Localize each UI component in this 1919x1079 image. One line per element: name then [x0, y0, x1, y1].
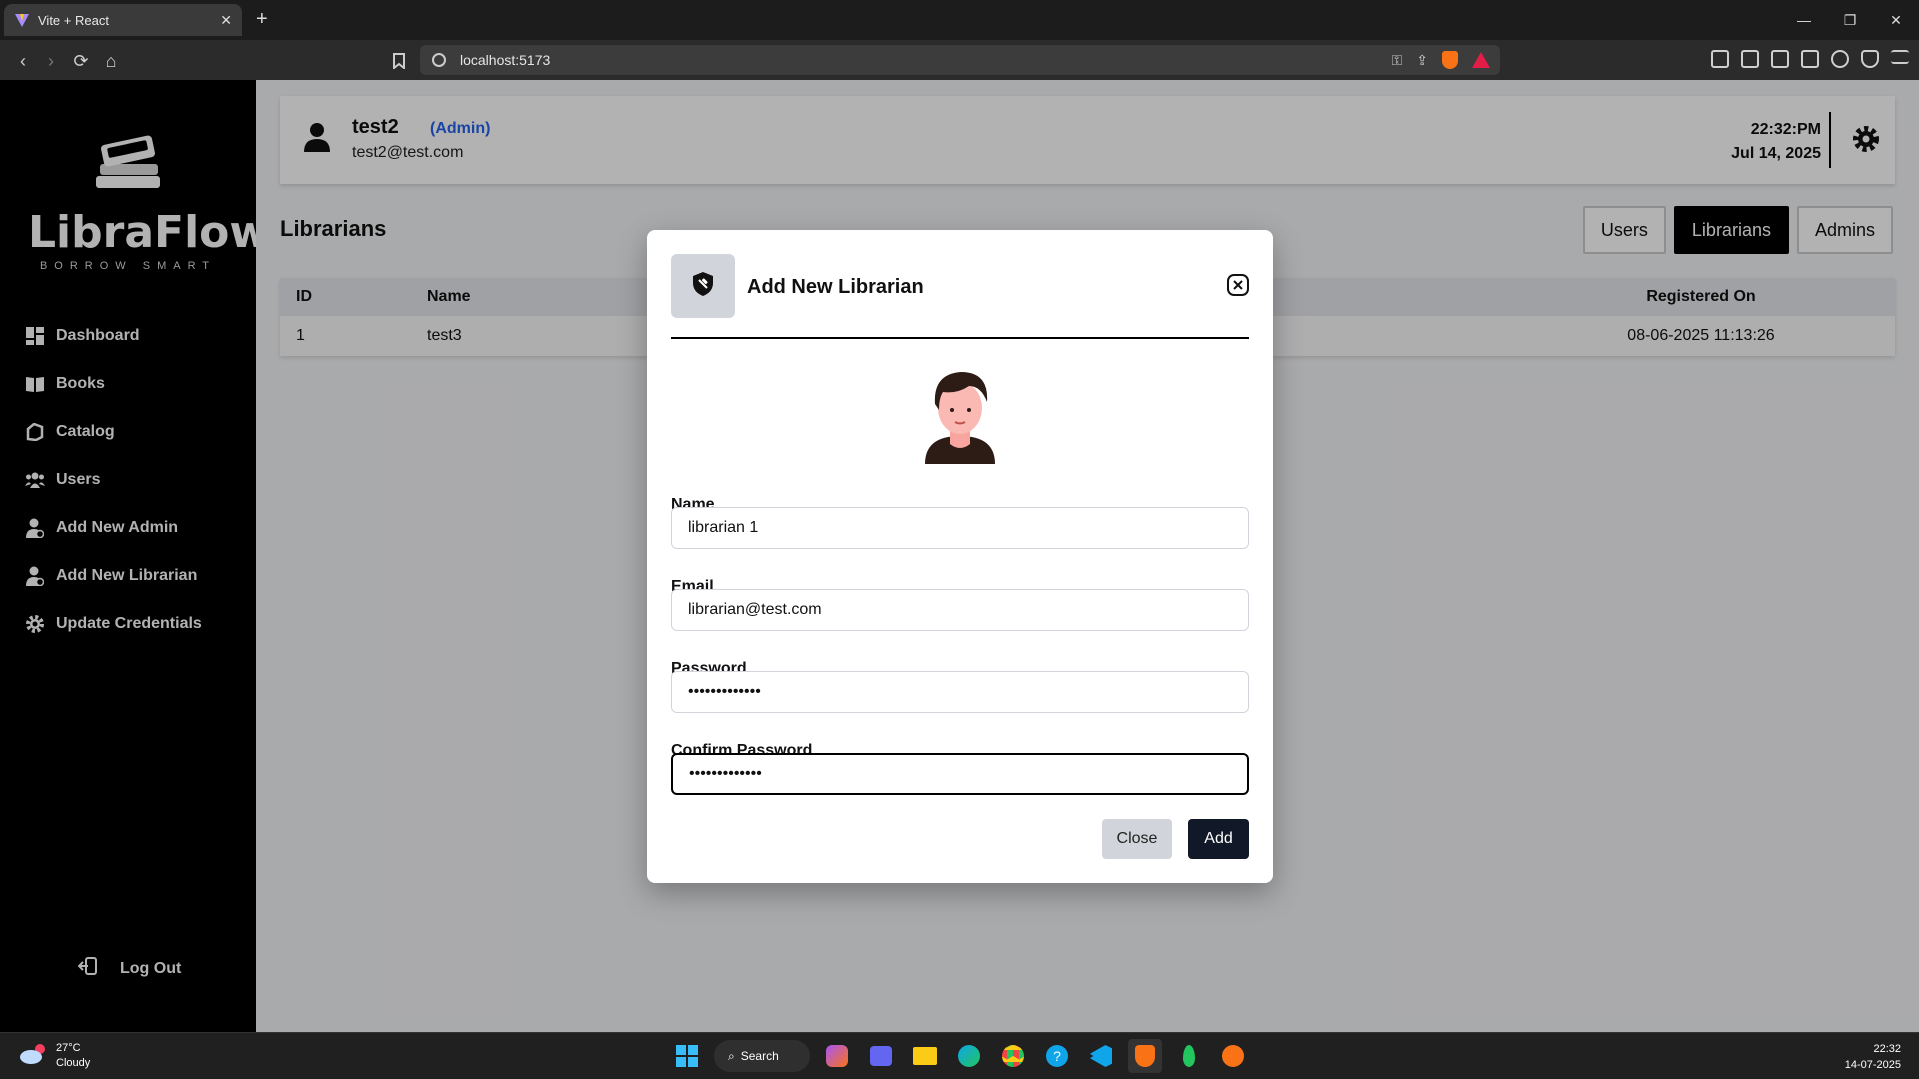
address-actions: ⚿ ⇪ [1392, 51, 1490, 69]
bookmark-icon[interactable] [388, 50, 410, 72]
extensions-icon[interactable] [1711, 50, 1729, 68]
email-field[interactable] [671, 589, 1249, 631]
edge-icon[interactable] [952, 1039, 986, 1073]
restore-button[interactable]: ❐ [1827, 0, 1873, 40]
browser-tab[interactable]: Vite + React ✕ [4, 4, 242, 36]
help-icon[interactable]: ? [1040, 1039, 1074, 1073]
postman-icon[interactable] [1216, 1039, 1250, 1073]
vite-logo-icon [15, 14, 29, 27]
windows-taskbar: 27°C Cloudy ⌕ Search ? 22:32 14-07-2025 [0, 1032, 1919, 1079]
weather-widget[interactable]: 27°C Cloudy [18, 1041, 90, 1071]
search-label: Search [740, 1049, 779, 1063]
brave-icon[interactable] [1128, 1039, 1162, 1073]
share-icon[interactable]: ⇪ [1416, 52, 1428, 69]
system-clock[interactable]: 22:32 14-07-2025 [1845, 1041, 1901, 1073]
window-controls: — ❐ ✕ [1781, 0, 1919, 40]
back-button[interactable]: ‹ [12, 50, 34, 72]
modal-divider [671, 337, 1249, 339]
confirm-password-field[interactable] [671, 753, 1249, 795]
system-time: 22:32 [1873, 1043, 1901, 1055]
leo-ai-icon[interactable] [1831, 50, 1849, 68]
close-tab-icon[interactable]: ✕ [220, 12, 232, 29]
password-field[interactable] [671, 671, 1249, 713]
avatar [917, 364, 1003, 469]
weather-condition: Cloudy [56, 1057, 91, 1069]
home-button[interactable]: ⌂ [100, 50, 122, 72]
minimize-button[interactable]: — [1781, 0, 1827, 40]
brave-shield-icon[interactable] [1442, 51, 1458, 69]
browser-toolbar: ‹ › ⟳ ⌂ localhost:5173 ⚿ ⇪ [0, 40, 1919, 80]
vpn-icon[interactable] [1861, 50, 1879, 68]
chrome-icon[interactable] [996, 1039, 1030, 1073]
browser-tab-strip: Vite + React ✕ + — ❐ ✕ [0, 0, 1919, 40]
taskbar-search[interactable]: ⌕ Search [714, 1040, 810, 1072]
screenshot-icon[interactable] [1741, 50, 1759, 68]
wallet-icon[interactable] [1801, 50, 1819, 68]
shield-icon [691, 271, 715, 302]
modal-icon-box [671, 254, 735, 318]
brave-rewards-icon[interactable] [1472, 52, 1490, 68]
system-date: 14-07-2025 [1844, 1059, 1901, 1071]
teams-icon[interactable] [864, 1039, 898, 1073]
new-tab-button[interactable]: + [256, 8, 268, 31]
reload-button[interactable]: ⟳ [70, 50, 92, 72]
toolbar-icons [1711, 50, 1909, 68]
vscode-icon[interactable] [1084, 1039, 1118, 1073]
name-field[interactable] [671, 507, 1249, 549]
menu-icon[interactable] [1891, 50, 1909, 64]
file-explorer-icon[interactable] [908, 1039, 942, 1073]
add-button[interactable]: Add [1188, 819, 1249, 859]
sidebar-icon[interactable] [1771, 50, 1789, 68]
cloud-icon [18, 1042, 48, 1071]
address-url: localhost:5173 [460, 52, 551, 68]
taskbar-apps: ⌕ Search ? [670, 1039, 1250, 1073]
search-icon: ⌕ [728, 1048, 735, 1063]
forward-button[interactable]: › [40, 50, 62, 72]
tab-title: Vite + React [38, 12, 109, 28]
start-button[interactable] [670, 1039, 704, 1073]
weather-temperature: 27°C [56, 1042, 81, 1054]
close-window-button[interactable]: ✕ [1873, 0, 1919, 40]
site-info-icon[interactable] [432, 53, 446, 67]
mongodb-icon[interactable] [1172, 1039, 1206, 1073]
add-librarian-modal: Add New Librarian Name Email Password Co… [647, 230, 1273, 883]
address-bar[interactable]: localhost:5173 ⚿ ⇪ [420, 45, 1500, 75]
copilot-icon[interactable] [820, 1039, 854, 1073]
close-icon[interactable] [1227, 274, 1249, 301]
close-button[interactable]: Close [1102, 819, 1172, 859]
modal-title: Add New Librarian [747, 276, 924, 298]
key-icon[interactable]: ⚿ [1392, 52, 1403, 69]
